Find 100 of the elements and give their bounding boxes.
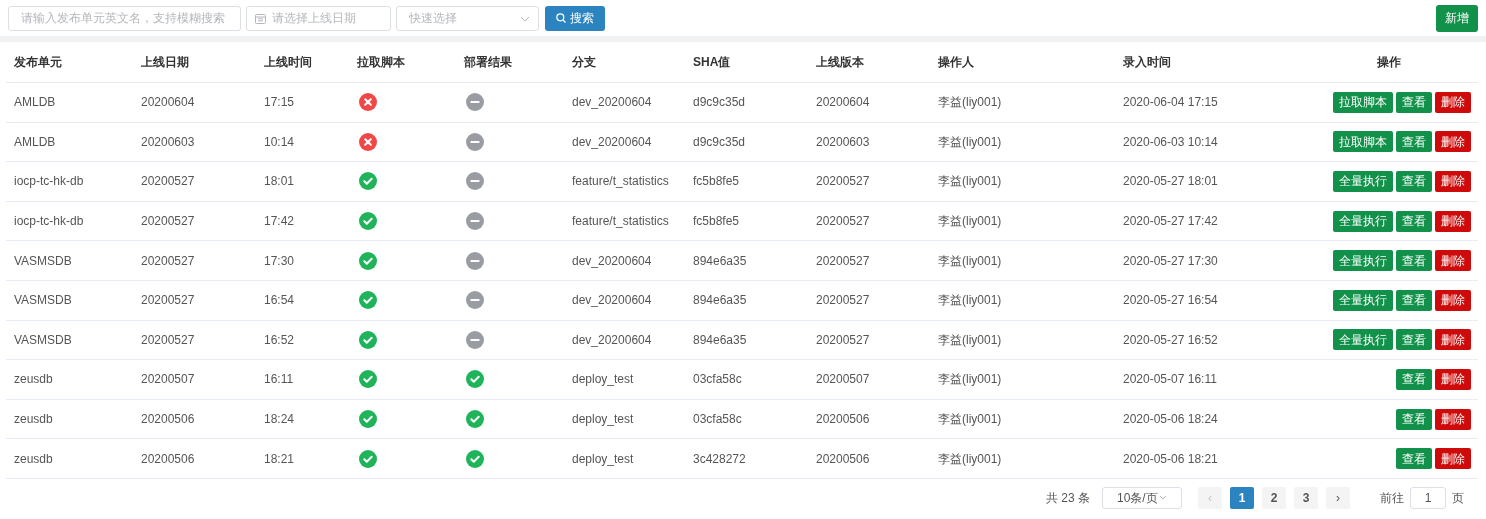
- action-button[interactable]: 查看: [1396, 289, 1432, 311]
- table-cell-text: iocp-tc-hk-db: [14, 213, 84, 231]
- table-cell-text: dev_20200604: [572, 292, 652, 310]
- table-cell-text: VASMSDB: [14, 331, 72, 349]
- table-cell-text: 2020-05-06 18:24: [1123, 411, 1218, 429]
- table-cell-text: dev_20200604: [572, 331, 652, 349]
- goto-label: 前往: [1380, 489, 1404, 507]
- chevron-down-icon: [520, 15, 530, 22]
- action-button[interactable]: 查看: [1396, 171, 1432, 192]
- table-cell-text: 20200527: [141, 213, 195, 231]
- page-button[interactable]: 1: [1230, 486, 1254, 509]
- total-count: 共 23 条: [1046, 489, 1090, 507]
- table-cell-text: AMLDB: [14, 94, 56, 112]
- table-cell-text: dev_20200604: [572, 252, 652, 270]
- column-header: 录入时间: [1123, 54, 1171, 71]
- action-button[interactable]: 全量执行: [1333, 171, 1393, 192]
- table-cell-text: deploy_test: [572, 411, 634, 429]
- table-cell-text: zeusdb: [14, 411, 53, 429]
- action-button[interactable]: 查看: [1396, 329, 1432, 351]
- action-button[interactable]: 查看: [1396, 131, 1432, 153]
- page-size-select[interactable]: 10条/页: [1102, 486, 1182, 509]
- table-cell-text: fc5b8fe5: [693, 213, 740, 231]
- table-cell-text: VASMSDB: [14, 252, 72, 270]
- page-input[interactable]: 1: [1410, 486, 1446, 509]
- table-cell-text: deploy_test: [572, 450, 634, 468]
- action-button[interactable]: 查看: [1396, 448, 1432, 470]
- table-cell-text: 2020-05-27 18:01: [1123, 173, 1218, 191]
- action-button[interactable]: 查看: [1396, 250, 1432, 272]
- action-button[interactable]: 拉取脚本: [1333, 91, 1393, 113]
- table-cell-text: 李益(liy001): [938, 371, 1002, 389]
- table-cell-text: 2020-05-07 16:11: [1123, 371, 1217, 389]
- action-button[interactable]: 删除: [1435, 131, 1471, 153]
- chevron-down-icon: [1159, 495, 1167, 501]
- column-header: 操作人: [938, 54, 974, 71]
- table-cell-text: 17:42: [264, 213, 295, 231]
- table-cell-text: 20200527: [141, 331, 195, 349]
- calendar-icon: [255, 12, 266, 24]
- action-button[interactable]: 查看: [1396, 368, 1432, 390]
- table-cell-text: feature/t_statistics: [572, 173, 669, 191]
- page-button[interactable]: 2: [1262, 486, 1286, 509]
- table-cell-text: 894e6a35: [693, 252, 747, 270]
- action-button[interactable]: 全量执行: [1333, 289, 1393, 311]
- table-cell-text: 2020-06-03 10:14: [1123, 133, 1218, 151]
- action-button[interactable]: 查看: [1396, 210, 1432, 232]
- column-header: 上线日期: [141, 54, 189, 71]
- table-cell-text: 18:01: [264, 173, 295, 191]
- table-cell-text: VASMSDB: [14, 292, 72, 310]
- column-header: SHA值: [693, 54, 731, 71]
- table-cell-text: iocp-tc-hk-db: [14, 173, 84, 191]
- table-cell-text: 20200603: [141, 133, 195, 151]
- action-button[interactable]: 全量执行: [1333, 210, 1393, 232]
- table-cell-text: 20200527: [816, 292, 870, 310]
- column-header: 拉取脚本: [357, 54, 405, 71]
- action-button[interactable]: 删除: [1435, 210, 1471, 232]
- action-button[interactable]: 全量执行: [1333, 329, 1393, 351]
- action-button[interactable]: 删除: [1435, 91, 1471, 113]
- table-cell-text: 20200527: [816, 173, 870, 191]
- table-cell-text: 20200506: [816, 450, 870, 468]
- action-button[interactable]: 删除: [1435, 250, 1471, 272]
- action-button[interactable]: 删除: [1435, 448, 1471, 470]
- page-button[interactable]: 3: [1294, 486, 1318, 509]
- table-cell-text: AMLDB: [14, 133, 56, 151]
- action-button[interactable]: 查看: [1396, 91, 1432, 113]
- table-cell-text: 03cfa58c: [693, 411, 742, 429]
- table-cell-text: 20200604: [141, 94, 195, 112]
- table-cell-text: 3c428272: [693, 450, 746, 468]
- table-cell-text: 20200527: [141, 292, 195, 310]
- search-field[interactable]: 请输入发布单元英文名，支持模糊搜索: [8, 5, 241, 31]
- table-cell-text: 17:15: [264, 94, 295, 112]
- table-cell-text: 18:24: [264, 411, 295, 429]
- table-cell-text: 20200604: [816, 94, 870, 112]
- table-cell-text: fc5b8fe5: [693, 173, 740, 191]
- action-button[interactable]: 删除: [1435, 171, 1471, 192]
- search-button[interactable]: 搜索: [545, 5, 605, 31]
- table-cell-text: dev_20200604: [572, 94, 652, 112]
- action-button[interactable]: 查看: [1396, 408, 1432, 430]
- next-page-button[interactable]: ›: [1326, 486, 1350, 509]
- table-cell-text: 20200506: [141, 450, 195, 468]
- action-button[interactable]: 删除: [1435, 289, 1471, 311]
- table-cell-text: 李益(liy001): [938, 94, 1002, 112]
- table-cell-text: 李益(liy001): [938, 252, 1002, 270]
- table-cell-text: 2020-05-06 18:21: [1123, 450, 1218, 468]
- action-button[interactable]: 删除: [1435, 368, 1471, 390]
- table-cell-text: 李益(liy001): [938, 213, 1002, 231]
- table-cell-text: 16:52: [264, 331, 295, 349]
- action-button[interactable]: 拉取脚本: [1333, 131, 1393, 153]
- table-cell-text: deploy_test: [572, 371, 634, 389]
- table-cell-text: 20200527: [141, 252, 195, 270]
- action-button[interactable]: 删除: [1435, 329, 1471, 351]
- table-cell-text: 2020-05-27 17:42: [1123, 213, 1218, 231]
- table-cell-text: 17:30: [264, 252, 295, 270]
- table-cell-text: 李益(liy001): [938, 411, 1002, 429]
- action-button[interactable]: 全量执行: [1333, 250, 1393, 272]
- add-button[interactable]: 新增: [1436, 4, 1478, 32]
- table-cell-text: 03cfa58c: [693, 371, 742, 389]
- quick-select[interactable]: 快速选择: [396, 5, 539, 31]
- action-button[interactable]: 删除: [1435, 408, 1471, 430]
- table-cell-text: 李益(liy001): [938, 292, 1002, 310]
- column-header: 上线时间: [264, 54, 312, 71]
- column-header: 操作: [1377, 54, 1401, 71]
